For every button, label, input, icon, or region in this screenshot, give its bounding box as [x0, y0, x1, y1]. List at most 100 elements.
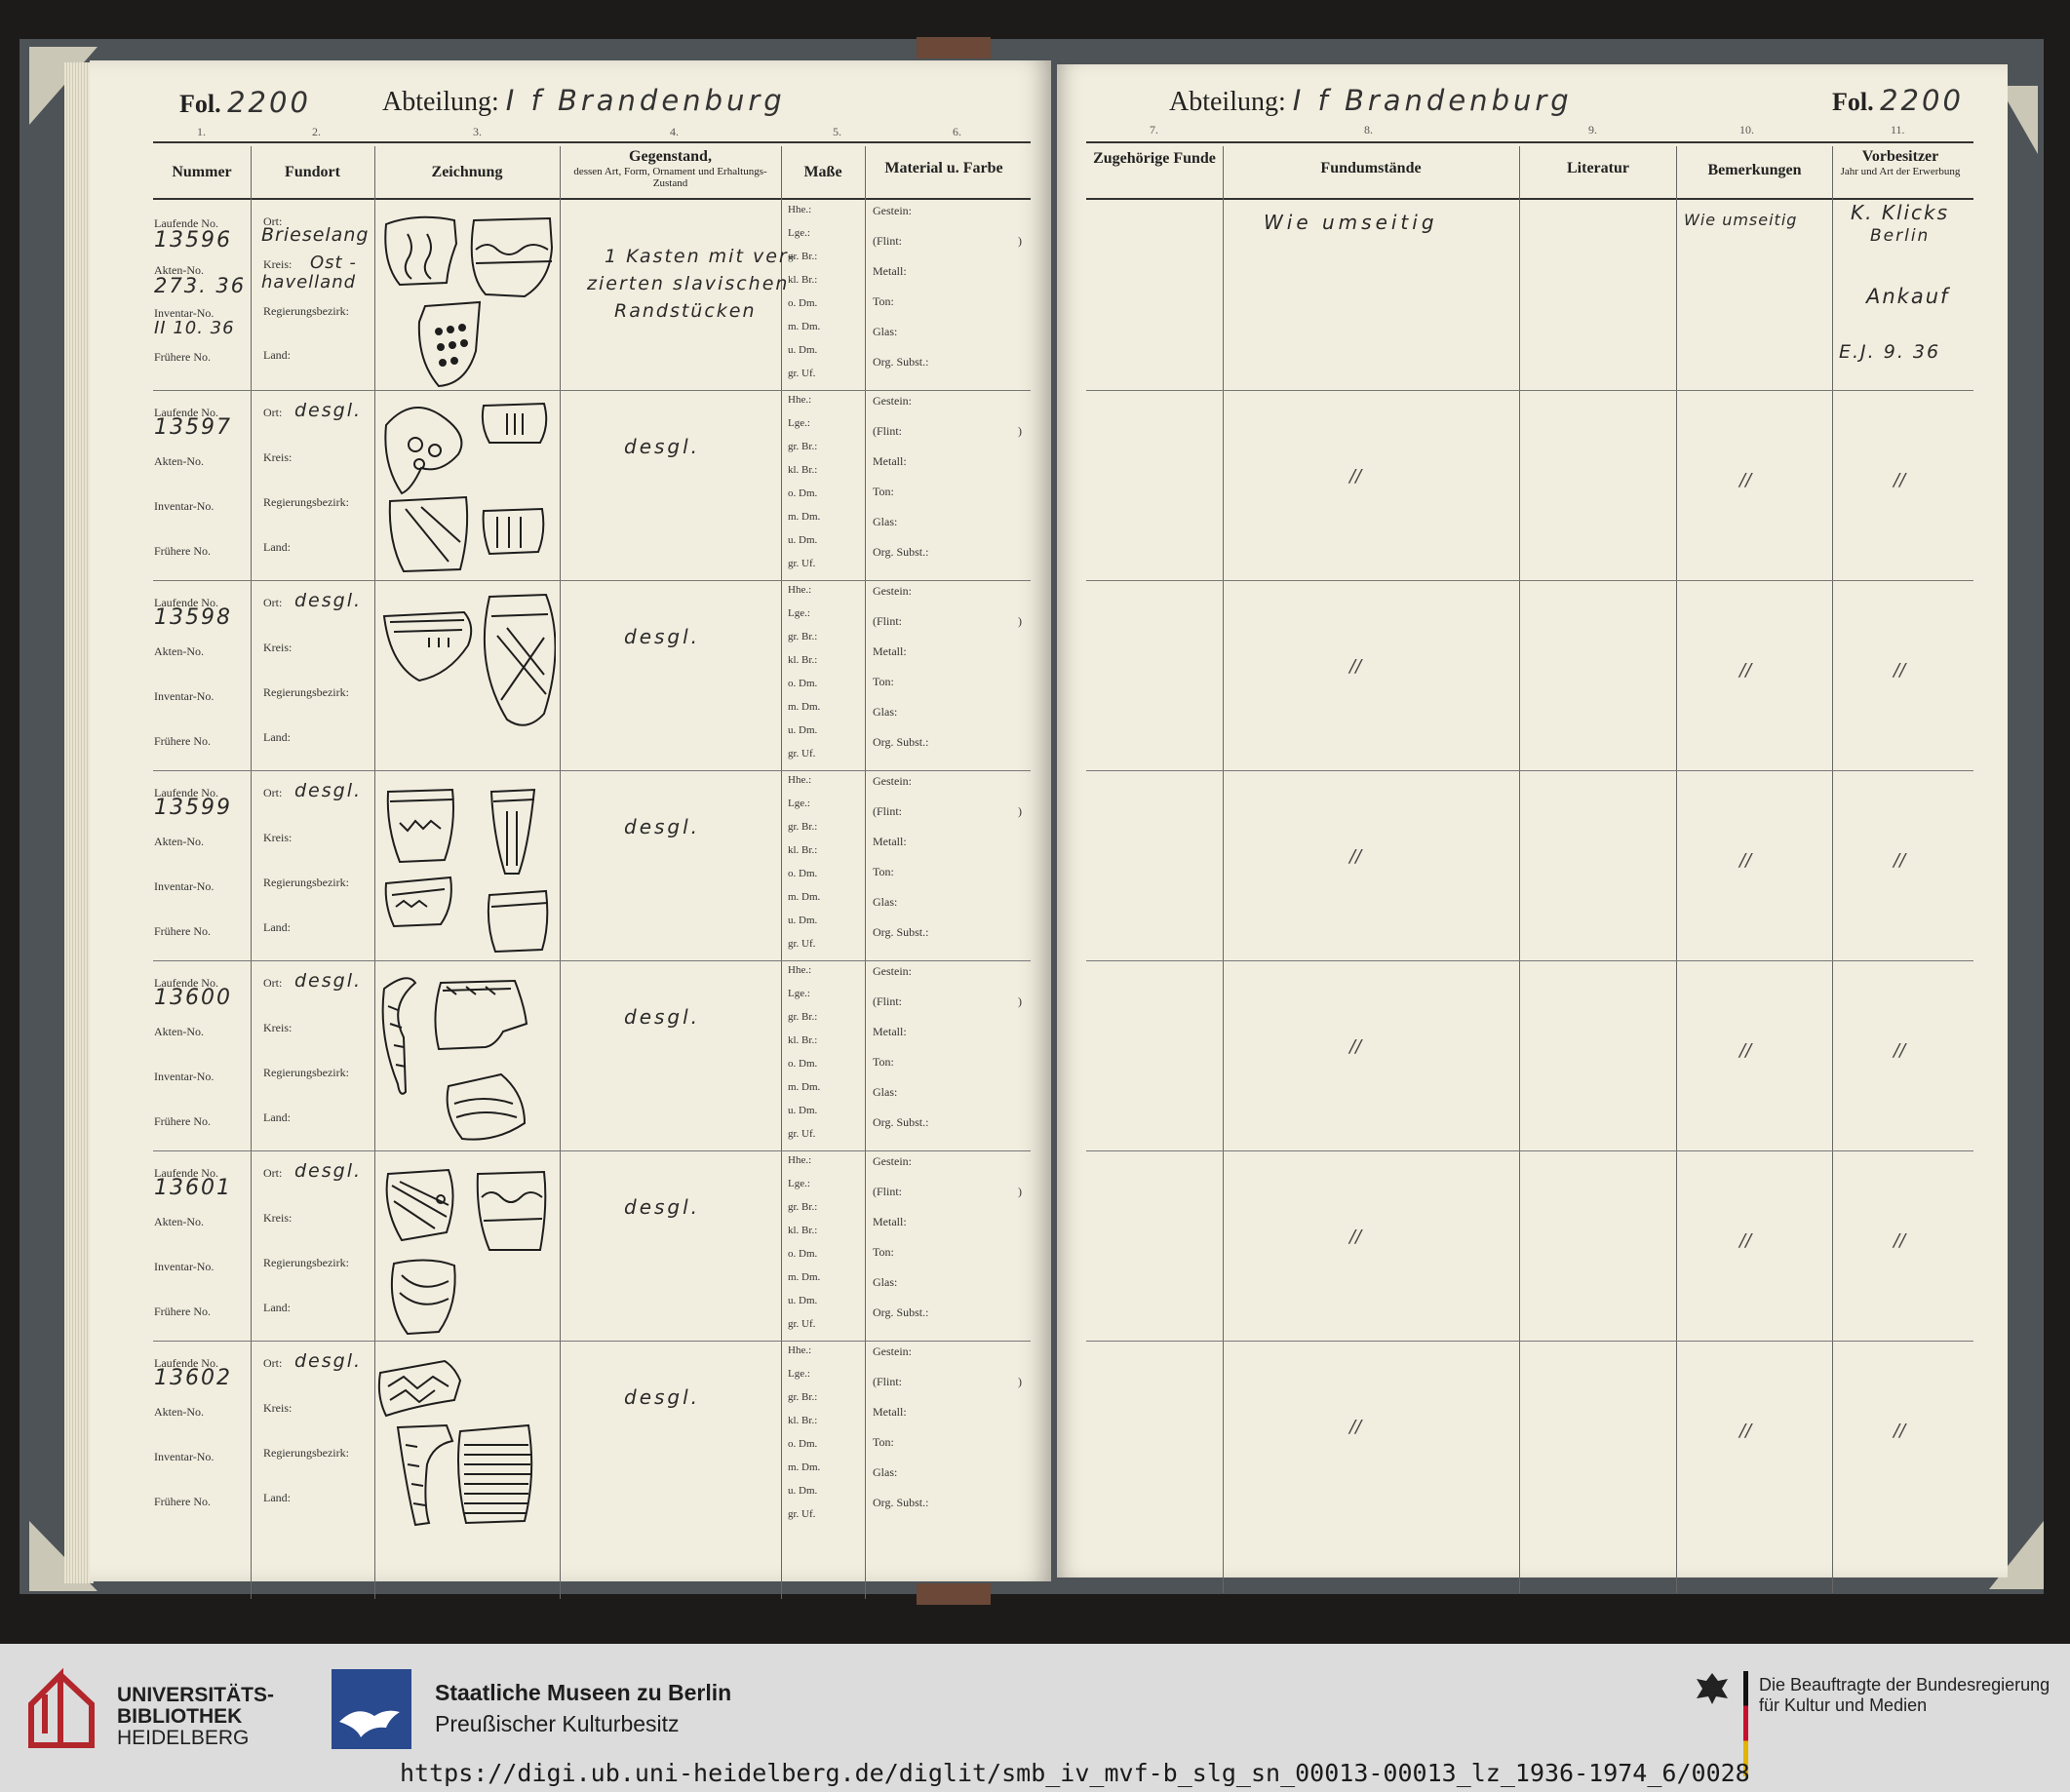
label-inventar: Inventar-No. — [154, 879, 215, 893]
smb-line: Staatliche Museen zu Berlin — [435, 1680, 732, 1705]
masse-label: gr. Uf. — [788, 1508, 816, 1520]
left-page: Fol. 2200 Abteilung: I f Brandenburg 1. … — [90, 60, 1051, 1599]
masse-label: m. Dm. — [788, 1461, 821, 1473]
book-scan: Fol. 2200 Abteilung: I f Brandenburg 1. … — [0, 0, 2070, 1644]
label-kreis: Kreis: — [263, 1021, 293, 1034]
masse-label: kl. Br.: — [788, 844, 818, 856]
page-url[interactable]: https://digi.ub.uni-heidelberg.de/diglit… — [400, 1759, 1750, 1787]
erwerbsjahr: E.J. 9. 36 — [1839, 341, 1941, 363]
lfd-number: 13602 — [154, 1366, 232, 1390]
bemerkungen-text: Wie umseitig — [1684, 211, 1798, 229]
vrule — [251, 146, 252, 1599]
material-label: Gestein: — [873, 204, 912, 217]
spine-top — [917, 37, 991, 58]
label-bezirk: Regierungsbezirk: — [263, 1066, 349, 1079]
header-fundort: Fundort — [285, 164, 340, 180]
label-land: Land: — [263, 1491, 291, 1504]
label-bezirk: Regierungsbezirk: — [263, 1446, 349, 1460]
masse-label: gr. Br.: — [788, 1391, 818, 1403]
masse-label: o. Dm. — [788, 1248, 818, 1260]
label-kreis: Kreis: — [263, 450, 293, 464]
material-label: Org. Subst.: — [873, 1115, 929, 1129]
header-masse: Maße — [803, 164, 842, 180]
ub-line: HEIDELBERG — [117, 1727, 250, 1749]
label-akten: Akten-No. — [154, 835, 204, 848]
masse-label: o. Dm. — [788, 678, 818, 689]
label-land: Land: — [263, 540, 291, 554]
gegenstand-line: desgl. — [624, 815, 701, 838]
material-label: Org. Subst.: — [873, 1496, 929, 1509]
material-label: Glas: — [873, 515, 898, 528]
sherd-drawing — [385, 1168, 547, 1336]
label-kreis: Kreis: — [263, 641, 293, 654]
material-label: ) — [1018, 424, 1022, 438]
sherd-drawing — [384, 788, 549, 954]
lfd-number: 13600 — [154, 986, 232, 1010]
row-rule — [153, 770, 1031, 771]
header-zugehoerige: Zugehörige Funde — [1093, 150, 1216, 167]
header-vorbesitzer: Vorbesitzer Jahr und Art der Erwerbung — [1840, 148, 1961, 177]
material-label: ) — [1018, 994, 1022, 1008]
label-akten: Akten-No. — [154, 644, 204, 658]
material-label: (Flint: — [873, 424, 903, 438]
material-label: Metall: — [873, 1405, 907, 1419]
fundort-ort: desgl. — [294, 1350, 363, 1372]
material-label: (Flint: — [873, 804, 903, 818]
label-bezirk: Regierungsbezirk: — [263, 304, 349, 318]
fundort-kreis-cont: havelland — [261, 272, 357, 292]
label-akten: Akten-No. — [154, 454, 204, 468]
label-kreis: Kreis: — [263, 257, 293, 271]
label-ort: Ort: — [263, 406, 283, 419]
vrule — [865, 146, 866, 1599]
label-ort: Ort: — [263, 1356, 283, 1370]
label-ort: Ort: — [263, 1166, 283, 1180]
bkm-line: für Kultur und Medien — [1759, 1695, 1928, 1715]
masse-label: gr. Br.: — [788, 441, 818, 452]
material-label: Metall: — [873, 835, 907, 848]
ditto-mark: // — [1894, 660, 1906, 681]
vrule — [1223, 146, 1224, 1593]
ub-name: UNIVERSITÄTS- BIBLIOTHEK HEIDELBERG — [117, 1685, 274, 1749]
label-kreis: Kreis: — [263, 1211, 293, 1225]
masse-label: Hhe.: — [788, 394, 812, 406]
masse-label: Hhe.: — [788, 1154, 812, 1166]
material-label: ) — [1018, 1185, 1022, 1198]
row-rule — [153, 390, 1031, 391]
masse-label: m. Dm. — [788, 701, 821, 713]
ditto-mark: // — [1349, 1036, 1362, 1057]
masse-label: gr. Uf. — [788, 558, 816, 569]
ditto-mark: // — [1349, 1417, 1362, 1437]
material-label: Glas: — [873, 325, 898, 338]
material-label: Org. Subst.: — [873, 735, 929, 749]
masse-label: Hhe.: — [788, 584, 812, 596]
label-inventar: Inventar-No. — [154, 689, 215, 703]
label-fruehere: Frühere No. — [154, 1495, 211, 1508]
material-label: Metall: — [873, 1025, 907, 1038]
vrule — [1832, 146, 1833, 1593]
colnum-10: 10. — [1739, 123, 1754, 136]
masse-label: Hhe.: — [788, 774, 812, 786]
masse-label: u. Dm. — [788, 344, 818, 356]
label-inventar: Inventar-No. — [154, 1070, 215, 1083]
masse-label: kl. Br.: — [788, 274, 818, 286]
masse-label: Lge.: — [788, 607, 810, 619]
ditto-mark: // — [1739, 1040, 1752, 1061]
masse-label: u. Dm. — [788, 1105, 818, 1116]
gegenstand-line: 1 Kasten mit ver- — [605, 246, 797, 267]
label-ort: Ort: — [263, 976, 283, 990]
material-label: Glas: — [873, 705, 898, 719]
masse-label: o. Dm. — [788, 487, 818, 499]
masse-label: Lge.: — [788, 1178, 810, 1189]
rule-top — [153, 141, 1031, 143]
material-label: (Flint: — [873, 994, 903, 1008]
masse-label: kl. Br.: — [788, 1034, 818, 1046]
material-label: Org. Subst.: — [873, 1305, 929, 1319]
label-fruehere: Frühere No. — [154, 924, 211, 938]
header-material: Material u. Farbe — [884, 160, 1003, 176]
material-label: ) — [1018, 614, 1022, 628]
label-land: Land: — [263, 1110, 291, 1124]
label-land: Land: — [263, 730, 291, 744]
ub-line: UNIVERSITÄTS- — [117, 1684, 275, 1706]
ditto-mark: // — [1739, 470, 1752, 490]
material-label: Metall: — [873, 264, 907, 278]
